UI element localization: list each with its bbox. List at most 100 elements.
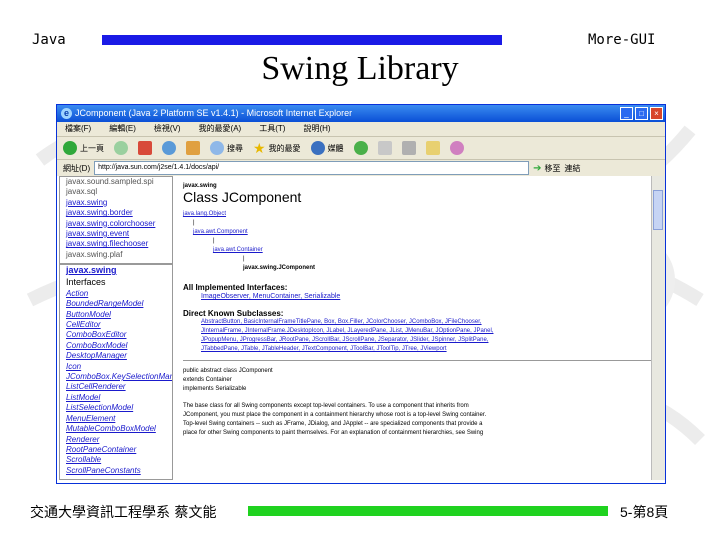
footer-page-number: 5-第8頁: [620, 504, 669, 520]
menu-file[interactable]: 檔案(F): [65, 122, 91, 136]
packages-frame: javax.sound.sampled.spi javax.sql javax.…: [59, 176, 173, 264]
hierarchy-branch: |: [243, 256, 245, 262]
subclasses-line[interactable]: AbstractButton, BasicInternalFrameTitleP…: [183, 318, 651, 327]
back-icon: [63, 141, 77, 155]
interface-item[interactable]: ScrollPaneConstants: [66, 466, 172, 476]
interface-item[interactable]: MutableComboBoxModel: [66, 424, 172, 434]
declaration-line: implements Serializable: [183, 386, 247, 392]
address-input[interactable]: http://java.sun.com/j2se/1.4.1/docs/api/: [94, 161, 530, 175]
hierarchy-item[interactable]: java.lang.Object: [183, 210, 651, 219]
mail-icon: [377, 141, 392, 155]
interface-item[interactable]: Icon: [66, 362, 172, 372]
home-icon: [186, 141, 200, 155]
header-left-label: Java: [32, 32, 66, 48]
hierarchy-branch: |: [193, 220, 195, 226]
favorites-button[interactable]: ★ 我的最愛: [253, 140, 301, 157]
hierarchy-item[interactable]: java.awt.Container: [183, 246, 651, 255]
discuss-button[interactable]: [449, 141, 464, 155]
interface-item[interactable]: ListSelectionModel: [66, 403, 172, 413]
links-label[interactable]: 連結: [565, 163, 581, 174]
home-button[interactable]: [186, 141, 200, 155]
minimize-button[interactable]: _: [620, 107, 633, 120]
back-button[interactable]: 上一頁: [63, 141, 104, 155]
interface-item[interactable]: ButtonModel: [66, 310, 172, 320]
interface-item[interactable]: RootPaneContainer: [66, 445, 172, 455]
interface-item[interactable]: ComboBoxEditor: [66, 330, 172, 340]
toolbar: 上一頁 搜尋 ★ 我的最愛 媒體: [57, 137, 665, 160]
search-icon: [210, 141, 224, 155]
description-line: JComponent, you must place the component…: [183, 412, 487, 418]
interface-item[interactable]: MenuElement: [66, 414, 172, 424]
stop-icon: [138, 141, 152, 155]
subclasses-line[interactable]: JPopupMenu, JProgressBar, JRootPane, JSc…: [183, 336, 651, 345]
interface-item[interactable]: ListModel: [66, 393, 172, 403]
stop-button[interactable]: [138, 141, 152, 155]
doc-divider: [183, 360, 651, 361]
go-label: 移至: [544, 163, 561, 173]
print-icon: [401, 141, 416, 155]
forward-button[interactable]: [114, 141, 128, 155]
menu-favorites[interactable]: 我的最愛(A): [199, 122, 242, 136]
close-button[interactable]: ×: [650, 107, 663, 120]
interface-item[interactable]: CellEditor: [66, 320, 172, 330]
subclasses-line[interactable]: JTabbedPane, JTable, JTableHeader, JText…: [183, 345, 651, 354]
window-title: JComponent (Java 2 Platform SE v1.4.1) -…: [75, 108, 353, 118]
subclasses-heading: Direct Known Subclasses:: [183, 309, 284, 318]
package-item[interactable]: javax.sql: [66, 187, 172, 197]
go-button[interactable]: ➔ 移至: [533, 163, 560, 174]
favorites-icon: ★: [253, 139, 266, 156]
hierarchy-branch: |: [213, 238, 215, 244]
media-button[interactable]: 媒體: [310, 141, 344, 155]
mail-button[interactable]: [377, 141, 392, 155]
search-button[interactable]: 搜尋: [210, 141, 243, 155]
interface-item[interactable]: DesktopManager: [66, 351, 172, 361]
implemented-interfaces-list[interactable]: ImageObserver, MenuContainer, Serializab…: [183, 292, 651, 301]
package-item[interactable]: javax.swing.filechooser: [66, 239, 172, 249]
footer-bar: [248, 506, 608, 516]
page-content: javax.sound.sampled.spi javax.sql javax.…: [57, 176, 665, 483]
classes-package-link[interactable]: javax.swing: [66, 265, 172, 275]
scrollbar-thumb[interactable]: [653, 190, 663, 230]
package-item[interactable]: javax.swing.event: [66, 229, 172, 239]
media-icon: [310, 141, 325, 155]
address-bar: 網址(D) http://java.sun.com/j2se/1.4.1/doc…: [57, 160, 665, 177]
maximize-button[interactable]: □: [635, 107, 648, 120]
favorites-label: 我的最愛: [268, 143, 301, 153]
interface-item[interactable]: BoundedRangeModel: [66, 299, 172, 309]
interface-item[interactable]: JComboBox.KeySelectionManager: [66, 372, 172, 382]
interface-item[interactable]: Renderer: [66, 435, 172, 445]
interface-item[interactable]: Scrollable: [66, 455, 172, 465]
address-label: 網址(D): [63, 163, 91, 173]
print-button[interactable]: [401, 141, 416, 155]
hierarchy-current: javax.swing.JComponent: [243, 265, 316, 271]
search-label: 搜尋: [227, 143, 243, 153]
hierarchy-item[interactable]: java.awt.Component: [183, 228, 651, 237]
implemented-interfaces-heading: All Implemented Interfaces:: [183, 283, 288, 292]
refresh-icon: [162, 141, 176, 155]
header-right-label: More-GUI: [588, 32, 656, 48]
window-titlebar[interactable]: e JComponent (Java 2 Platform SE v1.4.1)…: [57, 105, 665, 122]
menu-bar: 檔案(F) 編輯(E) 檢視(V) 我的最愛(A) 工具(T) 說明(H): [57, 122, 665, 137]
interface-item[interactable]: ComboBoxModel: [66, 341, 172, 351]
package-item[interactable]: javax.swing.colorchooser: [66, 219, 172, 229]
edit-button[interactable]: [425, 141, 440, 155]
ie-logo-icon: e: [61, 108, 72, 119]
refresh-button[interactable]: [162, 141, 176, 155]
menu-tools[interactable]: 工具(T): [259, 122, 285, 136]
menu-view[interactable]: 檢視(V): [154, 122, 181, 136]
interface-item[interactable]: Action: [66, 289, 172, 299]
classes-frame: javax.swing Interfaces Action BoundedRan…: [59, 264, 173, 480]
menu-edit[interactable]: 編輯(E): [109, 122, 136, 136]
forward-icon: [114, 141, 128, 155]
package-item[interactable]: javax.swing.border: [66, 208, 172, 218]
vertical-scrollbar[interactable]: [651, 176, 665, 480]
history-button[interactable]: [353, 141, 368, 155]
menu-help[interactable]: 說明(H): [303, 122, 330, 136]
package-item[interactable]: javax.sound.sampled.spi: [66, 177, 172, 187]
interface-item[interactable]: ListCellRenderer: [66, 382, 172, 392]
header-bar: [102, 35, 502, 45]
class-doc-frame: javax.swing Class JComponent java.lang.O…: [175, 176, 651, 480]
subclasses-line[interactable]: JInternalFrame, JInternalFrame.JDesktopI…: [183, 327, 651, 336]
package-item[interactable]: javax.swing: [66, 198, 172, 208]
package-item[interactable]: javax.swing.plaf: [66, 250, 172, 260]
